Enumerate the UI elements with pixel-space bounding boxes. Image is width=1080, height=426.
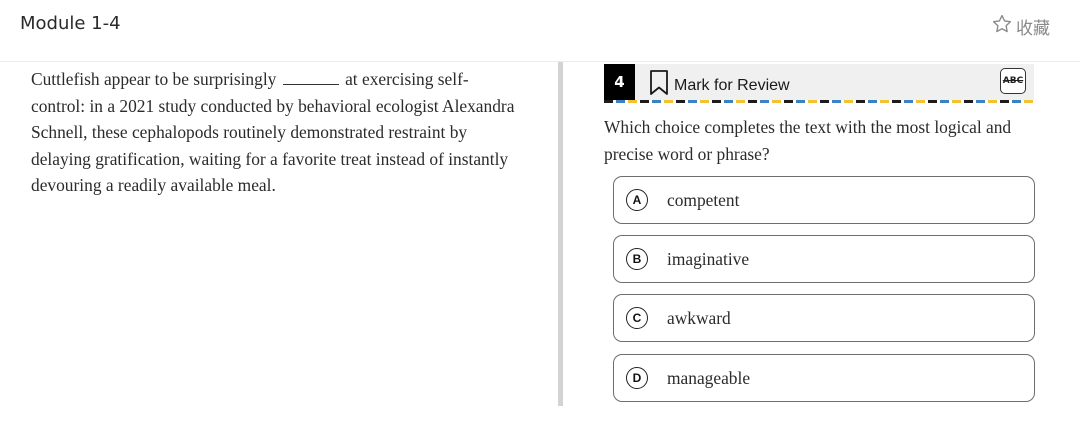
pane-divider[interactable]	[558, 62, 563, 406]
choice-letter: D	[626, 367, 648, 389]
question-number: 4	[604, 64, 635, 100]
favorite-label: 收藏	[1016, 19, 1050, 39]
favorite-button[interactable]: 收藏	[991, 13, 1050, 40]
answer-eliminator-button[interactable]: ABC	[1000, 68, 1026, 94]
module-title: Module 1-4	[20, 13, 121, 34]
question-prompt: Which choice completes the text with the…	[604, 117, 1012, 164]
passage-text: Cuttlefish appear to be surprisingly at …	[31, 66, 521, 199]
passage-blank	[282, 70, 339, 85]
choice-letter: C	[626, 307, 648, 329]
choice-d[interactable]: D manageable	[613, 354, 1035, 402]
choice-c[interactable]: C awkward	[613, 294, 1035, 342]
choice-b[interactable]: B imaginative	[613, 235, 1035, 283]
choice-a[interactable]: A competent	[613, 176, 1035, 224]
mark-for-review-button[interactable]: Mark for Review	[648, 69, 790, 102]
choice-letter: B	[626, 248, 648, 270]
choice-letter: A	[626, 189, 648, 211]
bookmark-icon	[648, 69, 670, 102]
choice-text: awkward	[667, 308, 731, 328]
question-header: 4 Mark for Review ABC	[604, 64, 1034, 100]
star-outline-icon	[991, 13, 1013, 40]
choice-text: manageable	[667, 368, 751, 388]
passage-before-blank: Cuttlefish appear to be surprisingly	[31, 69, 277, 89]
top-bar: Module 1-4 收藏	[0, 0, 1080, 62]
header-dashed-line	[604, 100, 1034, 103]
mark-for-review-label: Mark for Review	[674, 76, 790, 94]
choice-text: imaginative	[667, 249, 750, 269]
choice-text: competent	[667, 190, 740, 210]
